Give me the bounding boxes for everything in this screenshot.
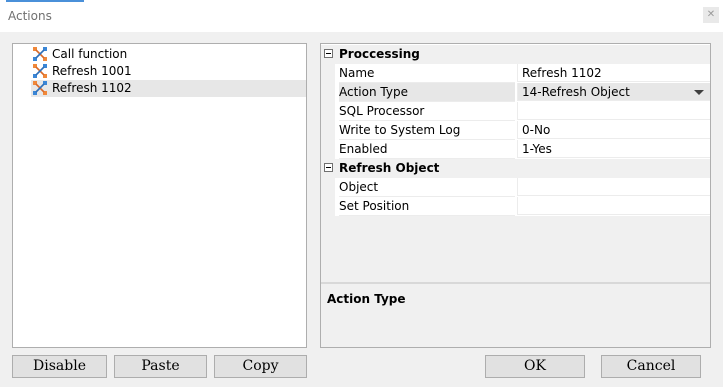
row-gutter	[321, 102, 335, 121]
window-title: Actions	[8, 9, 52, 23]
close-button[interactable]: ✕	[703, 7, 719, 23]
title-accent	[6, 0, 84, 2]
collapse-icon[interactable]	[324, 49, 333, 58]
property-value[interactable]: 14-Refresh Object	[517, 83, 710, 101]
tree-item-label: Call function	[52, 47, 128, 61]
property-name: Write to System Log	[339, 121, 515, 140]
description-title: Action Type	[327, 292, 406, 306]
copy-button[interactable]: Copy	[214, 355, 307, 378]
property-value[interactable]	[517, 178, 710, 196]
title-bar: Actions ✕	[0, 0, 723, 32]
tree-item-label: Refresh 1001	[52, 64, 132, 78]
row-gutter	[321, 197, 335, 216]
property-name: Action Type	[339, 83, 515, 102]
property-rows: Proccessing Name Refresh 1102 Action Typ…	[321, 44, 710, 216]
property-name: Enabled	[339, 140, 515, 159]
category-proccessing[interactable]: Proccessing	[321, 45, 710, 64]
category-label: Proccessing	[339, 47, 420, 61]
ok-button[interactable]: OK	[485, 355, 585, 378]
actions-tree[interactable]: Call function Refresh 1001 Refresh 1102	[12, 43, 307, 348]
property-row-object[interactable]: Object	[321, 178, 710, 197]
property-value-text: 14-Refresh Object	[522, 85, 630, 99]
property-name: Set Position	[339, 197, 515, 216]
property-row-enabled[interactable]: Enabled 1-Yes	[321, 140, 710, 159]
property-name: Name	[339, 64, 515, 83]
property-name: SQL Processor	[339, 102, 515, 121]
action-icon	[33, 47, 47, 61]
row-gutter	[321, 64, 335, 83]
row-gutter	[321, 178, 335, 197]
property-row-name[interactable]: Name Refresh 1102	[321, 64, 710, 83]
property-value[interactable]	[517, 197, 710, 215]
cancel-button[interactable]: Cancel	[601, 355, 701, 378]
collapse-icon[interactable]	[324, 163, 333, 172]
property-row-action-type[interactable]: Action Type 14-Refresh Object	[321, 83, 710, 102]
property-value[interactable]: Refresh 1102	[517, 64, 710, 82]
property-row-sql-processor[interactable]: SQL Processor	[321, 102, 710, 121]
paste-button[interactable]: Paste	[114, 355, 207, 378]
property-value[interactable]	[517, 102, 710, 120]
property-grid-empty-area	[321, 216, 710, 282]
tree-item-refresh-1001[interactable]: Refresh 1001	[31, 63, 306, 80]
category-label: Refresh Object	[339, 161, 440, 175]
property-value[interactable]: 0-No	[517, 121, 710, 139]
property-row-set-position[interactable]: Set Position	[321, 197, 710, 216]
tree-item-refresh-1102[interactable]: Refresh 1102	[31, 80, 306, 97]
property-row-write-to-system-log[interactable]: Write to System Log 0-No	[321, 121, 710, 140]
row-gutter	[321, 121, 335, 140]
action-icon	[33, 81, 47, 95]
property-value[interactable]: 1-Yes	[517, 140, 710, 158]
category-refresh-object[interactable]: Refresh Object	[321, 159, 710, 178]
tree-item-label: Refresh 1102	[52, 81, 132, 95]
disable-button[interactable]: Disable	[12, 355, 107, 378]
action-icon	[33, 64, 47, 78]
tree-item-call-function[interactable]: Call function	[31, 46, 306, 63]
row-gutter	[321, 83, 335, 102]
dropdown-arrow-icon[interactable]	[694, 90, 704, 95]
property-grid: Proccessing Name Refresh 1102 Action Typ…	[320, 43, 711, 348]
row-gutter	[321, 140, 335, 159]
description-panel: Action Type	[321, 284, 710, 347]
property-name: Object	[339, 178, 515, 197]
